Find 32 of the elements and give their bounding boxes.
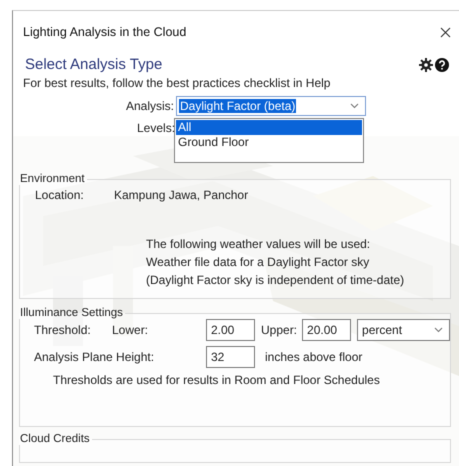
field-label: Levels: [136, 120, 174, 137]
list-item[interactable]: Ground Floor [176, 135, 362, 150]
unit-label: inches above floor [264, 349, 364, 366]
field-label: Threshold: [33, 322, 92, 339]
weather-info-text: Weather file data for a Daylight Factor sky [146, 254, 370, 271]
upper-input[interactable]: 20.00 [302, 319, 352, 341]
section-heading: Select Analysis Type [25, 56, 162, 73]
location-value: Kampung Jawa, Panchor [114, 187, 250, 204]
field-label: Upper: [260, 322, 298, 339]
chevron-down-icon [350, 103, 359, 109]
gear-icon[interactable] [419, 58, 433, 72]
list-item[interactable]: All [176, 120, 362, 135]
field-label: Analysis Plane Height: [33, 349, 156, 366]
hint-text: For best results, follow the best practices checklist in Help [23, 76, 332, 90]
window-title: Lighting Analysis in the Cloud [23, 25, 186, 39]
weather-info-text: The following weather values will be used: [146, 236, 372, 253]
height-input[interactable]: 32 [206, 346, 255, 368]
group-title: Cloud Credits [19, 433, 91, 445]
chevron-down-icon [434, 327, 444, 333]
note-text: Thresholds are used for results in Room and Floor Schedules [53, 372, 381, 389]
analysis-dropdown[interactable]: Daylight Factor (beta) [176, 96, 366, 116]
unit-dropdown[interactable]: percent [357, 319, 450, 341]
weather-info-text: (Daylight Factor sky is independent of time-date) [146, 272, 406, 289]
group-title: Illuminance Settings [19, 307, 124, 319]
field-label: Location: [34, 187, 85, 204]
group-title: Environment [19, 173, 86, 185]
field-label: Analysis: [124, 98, 175, 115]
field-label: Lower: [111, 322, 150, 339]
close-icon[interactable] [440, 26, 451, 38]
levels-list[interactable]: All Ground Floor [174, 118, 364, 163]
lower-input[interactable]: 2.00 [206, 319, 255, 341]
help-icon[interactable] [435, 58, 449, 72]
